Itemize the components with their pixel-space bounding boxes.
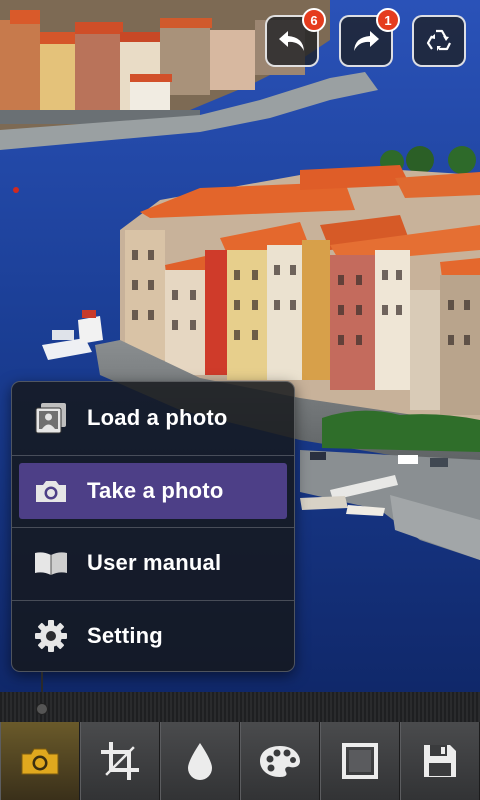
- bottom-toolbar: [0, 722, 480, 800]
- undo-count-badge: 6: [302, 8, 326, 32]
- frame-icon: [342, 743, 378, 779]
- undo-icon: [279, 31, 304, 51]
- undo-button[interactable]: 6: [265, 8, 326, 67]
- crop-tool-button[interactable]: [80, 722, 160, 800]
- save-tool-button[interactable]: [400, 722, 480, 800]
- droplet-icon: [188, 743, 212, 780]
- menu-item-load-photo[interactable]: Load a photo: [12, 382, 294, 454]
- palette-icon: [260, 746, 300, 777]
- save-icon: [424, 745, 456, 777]
- effects-tool-button[interactable]: [240, 722, 320, 800]
- redo-count-badge: 1: [376, 8, 400, 32]
- reset-button[interactable]: [412, 15, 466, 67]
- main-menu: Load a photo Take a photo User manual Se…: [11, 381, 295, 672]
- camera-icon: [33, 473, 69, 509]
- menu-item-label: Take a photo: [87, 478, 224, 503]
- menu-item-setting[interactable]: Setting: [12, 600, 294, 671]
- menu-item-label: Setting: [87, 623, 163, 648]
- redo-icon: [354, 31, 379, 51]
- gear-icon: [33, 618, 69, 654]
- toolbar-separator-strip: [0, 692, 480, 722]
- camera-tool-button[interactable]: [0, 722, 80, 800]
- redo-button[interactable]: 1: [339, 8, 400, 67]
- frame-tool-button[interactable]: [320, 722, 400, 800]
- camera-icon: [21, 748, 59, 775]
- menu-item-take-photo[interactable]: Take a photo: [12, 455, 294, 527]
- menu-item-user-manual[interactable]: User manual: [12, 527, 294, 599]
- recycle-icon: [426, 29, 451, 51]
- menu-item-label: User manual: [87, 550, 222, 575]
- crop-icon: [101, 742, 139, 780]
- book-icon: [33, 545, 69, 581]
- menu-item-label: Load a photo: [87, 405, 228, 430]
- photo-album-icon: [33, 400, 69, 436]
- color-tool-button[interactable]: [160, 722, 240, 800]
- menu-anchor-dot: [36, 703, 48, 715]
